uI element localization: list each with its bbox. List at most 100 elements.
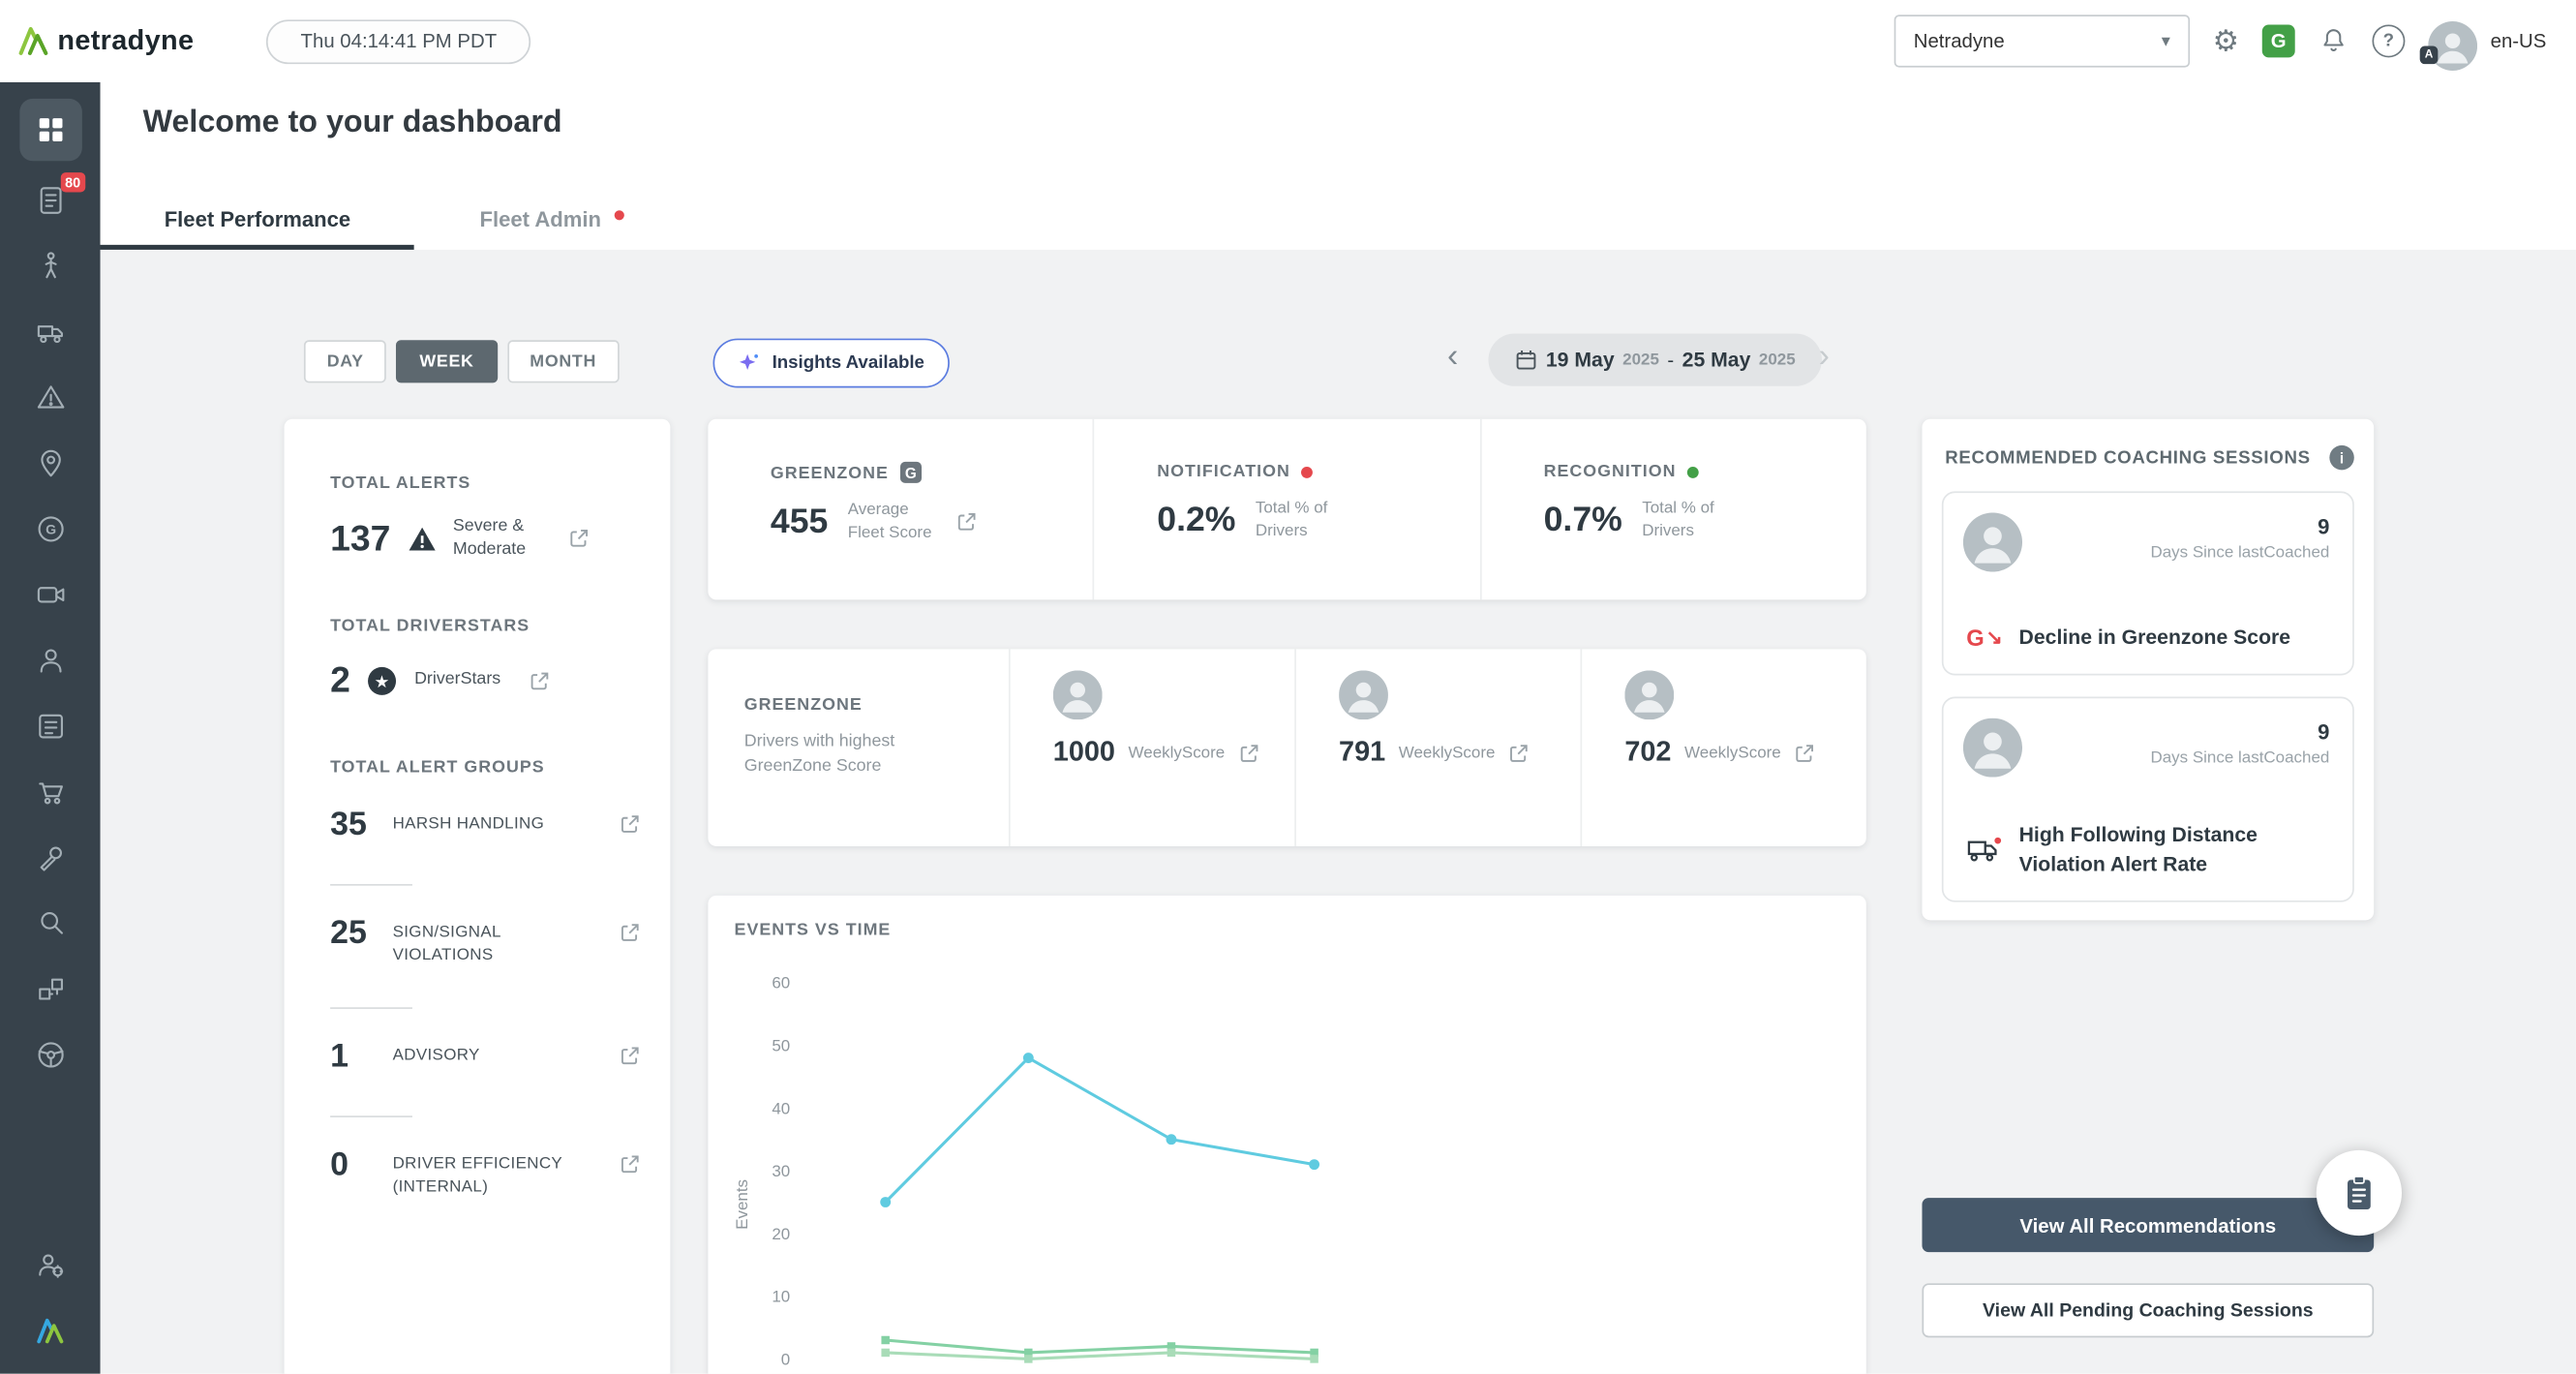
sidebar-item-netradyne-mark[interactable] xyxy=(0,1298,101,1364)
alert-group-item: 25 SIGN/SIGNAL VIOLATIONS xyxy=(330,916,641,1010)
app-root: netradyne Thu 04:14:41 PM PDT Netradyne … xyxy=(0,0,2576,1374)
external-link-icon[interactable] xyxy=(620,813,641,835)
sidebar-item-account-settings[interactable] xyxy=(0,1233,101,1298)
greenzone-drivers-title: GREENZONE xyxy=(744,695,1009,715)
driver-score-label: WeeklyScore xyxy=(1129,744,1226,762)
driverstars-value: 2 xyxy=(330,659,350,702)
sidebar-item-fleet[interactable] xyxy=(0,299,101,365)
driverstars-title: TOTAL DRIVERSTARS xyxy=(330,617,641,636)
avatar xyxy=(1624,670,1674,719)
tab-fleet-performance[interactable]: Fleet Performance xyxy=(165,207,351,231)
divider xyxy=(330,1116,412,1118)
sidebar-item-reports[interactable] xyxy=(0,693,101,759)
divider xyxy=(330,1008,412,1010)
stat-notification-value: 0.2% xyxy=(1157,501,1235,540)
netradyne-logo: netradyne xyxy=(0,23,247,59)
sidebar-item-map-search[interactable] xyxy=(0,891,101,957)
coaching-reason: Decline in Greenzone Score xyxy=(2019,623,2291,653)
events-chart-plot: 0102030405060Events xyxy=(731,958,1864,1373)
insights-available-pill[interactable]: Insights Available xyxy=(712,339,949,388)
info-icon[interactable]: i xyxy=(2329,445,2353,470)
external-link-icon[interactable] xyxy=(956,511,978,533)
wrench-icon xyxy=(34,841,67,874)
alert-group-item: 35 HARSH HANDLING xyxy=(330,808,641,886)
svg-text:50: 50 xyxy=(772,1037,790,1055)
greenzone-app-icon[interactable]: G xyxy=(2262,24,2295,57)
page-title: Welcome to your dashboard xyxy=(143,106,562,141)
external-link-icon[interactable] xyxy=(568,528,590,549)
days-since-coached-label: Days Since lastCoached xyxy=(2150,544,2329,563)
org-selector[interactable]: Netradyne ▼ xyxy=(1894,15,2189,67)
svg-text:10: 10 xyxy=(772,1288,790,1306)
view-all-pending-button[interactable]: View All Pending Coaching Sessions xyxy=(1922,1283,2374,1337)
coaching-session-card[interactable]: 9 Days Since lastCoached High Following … xyxy=(1942,697,2354,902)
month-toggle-button[interactable]: MONTH xyxy=(507,340,620,382)
following-distance-truck-icon xyxy=(1966,835,2002,865)
external-link-icon[interactable] xyxy=(1508,742,1530,763)
coaching-clipboard-fab[interactable] xyxy=(2317,1150,2402,1236)
date-start-year: 2025 xyxy=(1622,351,1659,369)
avatar xyxy=(1963,512,2022,571)
date-end: 25 May xyxy=(1682,349,1751,372)
tab-bar: Fleet Performance Fleet Admin xyxy=(101,198,2576,250)
alert-group-label: DRIVER EFFICIENCY (INTERNAL) xyxy=(393,1147,577,1200)
location-pin-icon xyxy=(34,447,67,480)
warning-triangle-icon xyxy=(34,382,67,414)
external-link-icon[interactable] xyxy=(1794,742,1815,763)
sidebar: 80 G xyxy=(0,82,101,1374)
external-link-icon[interactable] xyxy=(1238,742,1259,763)
alert-group-value: 25 xyxy=(330,916,373,954)
notification-dot-icon xyxy=(1302,466,1314,477)
severity-warning-icon xyxy=(407,524,437,554)
divider xyxy=(330,884,412,886)
user-avatar[interactable]: A xyxy=(2428,21,2468,61)
stat-notification-label: Total % of Drivers xyxy=(1256,498,1345,542)
sidebar-item-alerts[interactable] xyxy=(0,365,101,431)
driver-score-label: WeeklyScore xyxy=(1399,744,1496,762)
external-link-icon[interactable] xyxy=(620,1046,641,1067)
stat-greenzone-label: Average Fleet Score xyxy=(848,500,937,544)
external-link-icon[interactable] xyxy=(530,670,551,691)
tab-fleet-admin[interactable]: Fleet Admin xyxy=(480,207,601,231)
alert-group-item: 1 ADVISORY xyxy=(330,1039,641,1117)
date-prev-button[interactable]: ‹ xyxy=(1438,339,1469,375)
steering-wheel-icon xyxy=(34,1039,67,1072)
svg-text:20: 20 xyxy=(772,1225,790,1243)
sidebar-item-dashboard[interactable] xyxy=(0,92,101,168)
stat-greenzone: GREENZONE G 455 Average Fleet Score xyxy=(708,419,1093,600)
sidebar-item-drivers[interactable] xyxy=(0,627,101,693)
sidebar-item-marketplace[interactable] xyxy=(0,759,101,825)
timestamp-button[interactable]: Thu 04:14:41 PM PDT xyxy=(266,19,531,64)
view-all-recommendations-button[interactable]: View All Recommendations xyxy=(1922,1198,2374,1252)
date-end-year: 2025 xyxy=(1759,351,1796,369)
sidebar-item-driving-insights[interactable] xyxy=(0,1023,101,1088)
sidebar-bottom-group xyxy=(0,1233,101,1374)
help-icon[interactable]: ? xyxy=(2372,24,2405,57)
sidebar-item-locations[interactable] xyxy=(0,431,101,497)
sidebar-item-maintenance[interactable] xyxy=(0,825,101,891)
alerts-summary-card: TOTAL ALERTS 137 Severe & Moderate TOTAL… xyxy=(285,419,671,1374)
alerts-count-badge: 80 xyxy=(60,172,85,193)
netradyne-mark-icon xyxy=(32,1313,68,1349)
org-selector-value: Netradyne xyxy=(1914,30,2005,53)
external-link-icon[interactable] xyxy=(620,1154,641,1176)
date-range-picker[interactable]: 19 May 2025 - 25 May 2025 xyxy=(1488,333,1821,385)
coaching-session-card[interactable]: 9 Days Since lastCoached G↘ Decline in G… xyxy=(1942,491,2354,675)
sidebar-item-safety-events[interactable]: 80 xyxy=(0,168,101,233)
avatar xyxy=(1339,670,1388,719)
week-toggle-button[interactable]: WEEK xyxy=(397,340,498,382)
day-toggle-button[interactable]: DAY xyxy=(304,340,387,382)
settings-gear-icon[interactable]: ⚙ xyxy=(2213,26,2239,56)
pedestrian-icon xyxy=(34,250,67,283)
sidebar-item-greenzone[interactable]: G xyxy=(0,496,101,562)
svg-text:30: 30 xyxy=(772,1162,790,1180)
stat-recognition-title: RECOGNITION xyxy=(1544,462,1677,481)
notifications-bell-icon[interactable] xyxy=(2318,25,2349,56)
range-toggle-group: DAY WEEK MONTH xyxy=(304,340,629,382)
avatar xyxy=(1963,718,2022,778)
date-next-button[interactable]: › xyxy=(1808,339,1839,375)
sidebar-item-pedestrian[interactable] xyxy=(0,233,101,299)
sidebar-item-assets[interactable] xyxy=(0,957,101,1023)
sidebar-item-video-requests[interactable] xyxy=(0,562,101,627)
external-link-icon[interactable] xyxy=(620,922,641,943)
